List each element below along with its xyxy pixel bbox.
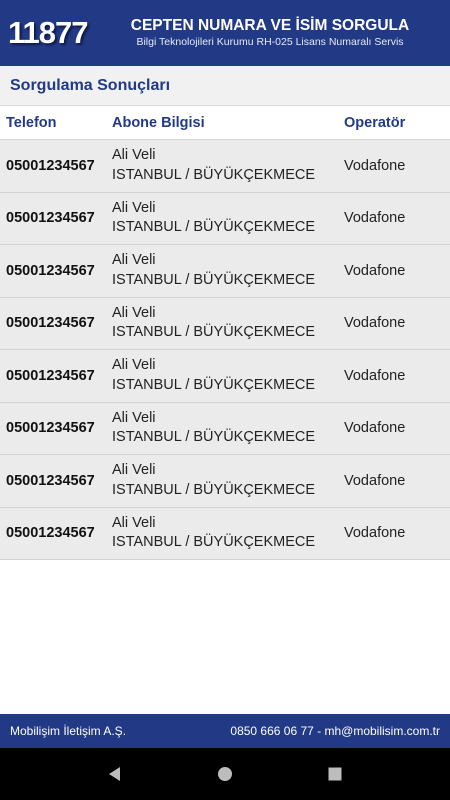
row-subscriber: Ali Veli ISTANBUL / BÜYÜKÇEKMECE — [112, 251, 338, 290]
row-phone: 05001234567 — [6, 157, 95, 174]
table-row[interactable]: 05001234567 Ali Veli ISTANBUL / BÜYÜKÇEKME… — [0, 245, 450, 298]
recents-icon — [328, 767, 342, 781]
row-subscriber: Ali Veli ISTANBUL / BÜYÜKÇEKMECE — [112, 304, 338, 343]
section-bar: Sorgulama Sonuçları — [0, 66, 450, 106]
row-subscriber-location: ISTANBUL / BÜYÜKÇEKMECE — [112, 429, 316, 446]
app-header: 11877 CEPTEN NUMARA VE İSİM SORGULA Bilg… — [0, 0, 450, 66]
header-text: CEPTEN NUMARA VE İSİM SORGULA Bilgi Tekn… — [96, 17, 450, 49]
table-row[interactable]: 05001234567 Ali Veli ISTANBUL / BÜYÜKÇEKME… — [0, 140, 450, 193]
table-row[interactable]: 05001234567 Ali Veli ISTANBUL / BÜYÜKÇEKME… — [0, 350, 450, 403]
row-subscriber: Ali Veli ISTANBUL / BÜYÜKÇEKMECE — [112, 146, 338, 185]
row-subscriber-name: Ali Veli — [112, 199, 156, 216]
row-subscriber-location: ISTANBUL / BÜYÜKÇEKMECE — [112, 481, 316, 498]
row-subscriber-location: ISTANBUL / BÜYÜKÇEKMECE — [112, 324, 316, 341]
row-phone: 05001234567 — [6, 210, 95, 227]
row-subscriber-name: Ali Veli — [112, 357, 156, 374]
row-phone: 05001234567 — [6, 367, 95, 384]
row-phone: 05001234567 — [6, 315, 95, 332]
table-header: Telefon Abone Bilgisi Operatör — [0, 106, 450, 140]
table-row[interactable]: 05001234567 Ali Veli ISTANBUL / BÜYÜKÇEKME… — [0, 507, 450, 560]
home-icon — [218, 767, 232, 781]
column-header-phone: Telefon — [6, 114, 57, 131]
row-subscriber: Ali Veli ISTANBUL / BÜYÜKÇEKMECE — [112, 461, 338, 500]
footer-bar: Mobilişim İletişim A.Ş. 0850 666 06 77 -… — [0, 714, 450, 748]
row-operator: Vodafone — [344, 367, 406, 384]
row-subscriber-name: Ali Veli — [112, 462, 156, 479]
row-subscriber-location: ISTANBUL / BÜYÜKÇEKMECE — [112, 271, 316, 288]
row-operator: Vodafone — [344, 420, 406, 437]
row-subscriber-name: Ali Veli — [112, 147, 156, 164]
row-phone: 05001234567 — [6, 472, 95, 489]
row-subscriber-location: ISTANBUL / BÜYÜKÇEKMECE — [112, 376, 316, 393]
row-subscriber-location: ISTANBUL / BÜYÜKÇEKMECE — [112, 166, 316, 183]
table-row[interactable]: 05001234567 Ali Veli ISTANBUL / BÜYÜKÇEKME… — [0, 402, 450, 455]
row-subscriber-name: Ali Veli — [112, 409, 156, 426]
app-logo: 11877 — [8, 15, 89, 50]
row-subscriber-name: Ali Veli — [112, 252, 156, 269]
row-operator: Vodafone — [344, 525, 406, 542]
row-operator: Vodafone — [344, 262, 406, 279]
row-operator: Vodafone — [344, 210, 406, 227]
table-row[interactable]: 05001234567 Ali Veli ISTANBUL / BÜYÜKÇEKME… — [0, 192, 450, 245]
row-subscriber-name: Ali Veli — [112, 514, 156, 531]
table-row[interactable]: 05001234567 Ali Veli ISTANBUL / BÜYÜKÇEKME… — [0, 297, 450, 350]
row-operator: Vodafone — [344, 157, 406, 174]
row-subscriber-location: ISTANBUL / BÜYÜKÇEKMECE — [112, 534, 316, 551]
table-body: 05001234567 Ali Veli ISTANBUL / BÜYÜKÇEKME… — [0, 140, 450, 560]
header-title: CEPTEN NUMARA VE İSİM SORGULA — [130, 17, 410, 34]
row-phone: 05001234567 — [6, 262, 95, 279]
row-operator: Vodafone — [344, 472, 406, 489]
results-table: Telefon Abone Bilgisi Operatör 050012345… — [0, 106, 450, 560]
row-operator: Vodafone — [344, 315, 406, 332]
back-icon — [109, 767, 120, 781]
column-header-subscriber: Abone Bilgisi — [112, 114, 205, 131]
row-subscriber-location: ISTANBUL / BÜYÜKÇEKMECE — [112, 219, 316, 236]
section-title: Sorgulama Sonuçları — [10, 76, 171, 94]
row-subscriber: Ali Veli ISTANBUL / BÜYÜKÇEKMECE — [112, 199, 338, 238]
footer-company: Mobilişim İletişim A.Ş. — [10, 724, 127, 738]
row-phone: 05001234567 — [6, 420, 95, 437]
row-subscriber-name: Ali Veli — [112, 304, 156, 321]
column-header-operator: Operatör — [344, 114, 406, 131]
home-button[interactable] — [205, 754, 245, 794]
back-button[interactable] — [95, 754, 135, 794]
table-row[interactable]: 05001234567 Ali Veli ISTANBUL / BÜYÜKÇEKME… — [0, 455, 450, 508]
header-subtitle: Bilgi Teknolojileri Kurumu RH-025 Lisans… — [136, 36, 404, 48]
row-subscriber: Ali Veli ISTANBUL / BÜYÜKÇEKMECE — [112, 514, 338, 553]
row-phone: 05001234567 — [6, 525, 95, 542]
recents-button[interactable] — [315, 754, 355, 794]
system-nav-bar — [0, 748, 450, 800]
row-subscriber: Ali Veli ISTANBUL / BÜYÜKÇEKMECE — [112, 409, 338, 448]
row-subscriber: Ali Veli ISTANBUL / BÜYÜKÇEKMECE — [112, 356, 338, 395]
footer-contact[interactable]: 0850 666 06 77 - mh@mobilisim.com.tr — [230, 724, 440, 738]
